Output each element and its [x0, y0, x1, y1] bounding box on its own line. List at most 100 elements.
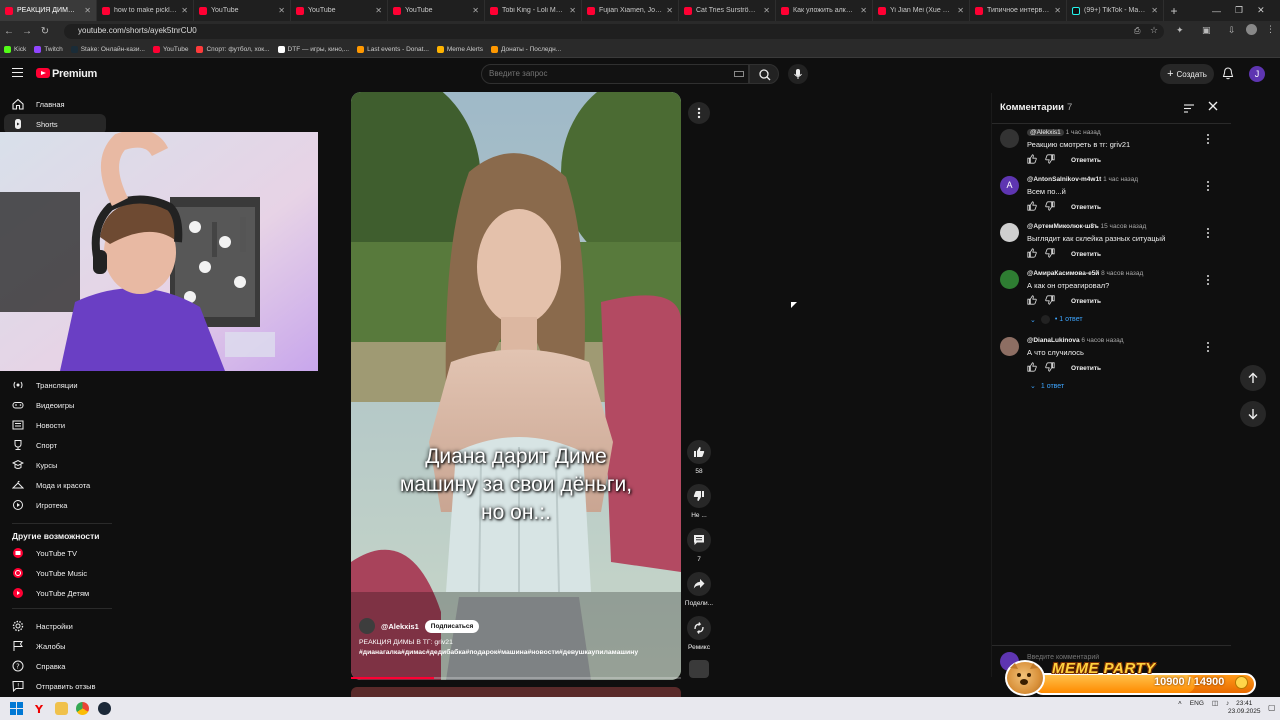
notification-icon[interactable]: ▢: [1268, 703, 1276, 712]
reply-button[interactable]: Ответить: [1071, 298, 1101, 305]
bookmark-item[interactable]: Спорт: футбол, хок...: [196, 46, 270, 53]
sidebar-item[interactable]: YouTube Детям: [0, 583, 106, 603]
comment-dislike-icon[interactable]: [1045, 295, 1055, 307]
comment-like-icon[interactable]: [1027, 362, 1037, 374]
reply-button[interactable]: Ответить: [1071, 251, 1101, 258]
reply-button[interactable]: Ответить: [1071, 157, 1101, 164]
comment-time[interactable]: 15 часов назад: [1101, 223, 1147, 230]
browser-tab[interactable]: Как уложить алкаша ✕: [776, 0, 873, 21]
forward-icon[interactable]: →: [18, 26, 36, 37]
browser-tab[interactable]: Yi Jian Mei (Xue Hua P ✕: [873, 0, 970, 21]
menu-icon[interactable]: [12, 68, 23, 77]
keyboard-icon[interactable]: [734, 71, 744, 77]
profile-icon[interactable]: [1246, 24, 1257, 35]
comment-more-icon[interactable]: [1206, 180, 1210, 192]
search-button[interactable]: [749, 64, 779, 84]
bookmark-item[interactable]: Донаты - Последн...: [491, 46, 561, 53]
sidebar-item[interactable]: Трансляции: [0, 375, 106, 395]
voice-search-button[interactable]: [788, 64, 808, 84]
minimize-icon[interactable]: —: [1212, 6, 1221, 16]
close-window-icon[interactable]: ✕: [1257, 5, 1265, 16]
comment-dislike-icon[interactable]: [1045, 362, 1055, 374]
short-video-player[interactable]: [351, 92, 681, 680]
close-tab-icon[interactable]: ✕: [1151, 6, 1158, 15]
browser-tab[interactable]: Cat Tries Surströmming✕: [679, 0, 776, 21]
short-more-button[interactable]: [688, 102, 710, 124]
tray-chevron-icon[interactable]: ˄: [1178, 700, 1182, 707]
description-hashtags[interactable]: #дианагалка#димас#дедибабка#подарок#маши…: [359, 648, 638, 658]
input-language[interactable]: ENG: [1190, 700, 1204, 707]
sidebar-toggle-icon[interactable]: ▣: [1202, 25, 1211, 36]
sort-icon[interactable]: [1184, 102, 1194, 113]
extensions-icon[interactable]: ✦: [1176, 25, 1184, 36]
browser-tab[interactable]: YouTube ✕: [388, 0, 485, 21]
address-bar[interactable]: [64, 24, 1164, 39]
comment-like-icon[interactable]: [1027, 154, 1037, 166]
comment-author[interactable]: @АмираКасимова-е5й: [1027, 270, 1099, 277]
sidebar-item[interactable]: Курсы: [0, 455, 106, 475]
close-tab-icon[interactable]: ✕: [666, 6, 673, 15]
close-tab-icon[interactable]: ✕: [763, 6, 770, 15]
reload-icon[interactable]: ↻: [36, 26, 54, 37]
sound-thumbnail[interactable]: [689, 660, 709, 678]
browser-tab[interactable]: (99+) TikTok - Make Yo ✕: [1067, 0, 1164, 21]
sidebar-item[interactable]: ? Справка: [0, 656, 106, 676]
new-tab-button[interactable]: +: [1164, 4, 1184, 18]
sidebar-item[interactable]: Спорт: [0, 435, 106, 455]
channel-name[interactable]: @Alekxis1: [381, 622, 419, 631]
close-tab-icon[interactable]: ✕: [569, 6, 576, 15]
bookmark-item[interactable]: Stake: Онлайн-кази...: [70, 46, 145, 53]
maximize-icon[interactable]: ❐: [1235, 5, 1243, 16]
previous-short-button[interactable]: [1240, 365, 1266, 391]
commenter-avatar[interactable]: [1000, 337, 1019, 356]
bookmark-item[interactable]: YouTube: [152, 46, 188, 53]
bookmark-item[interactable]: DTF — игры, кино,...: [277, 46, 349, 53]
next-short-preview[interactable]: [351, 687, 681, 697]
browser-tab[interactable]: how to make pickle pie ✕: [97, 0, 194, 21]
commenter-avatar[interactable]: [1000, 270, 1019, 289]
comment-time[interactable]: 1 час назад: [1103, 176, 1138, 183]
sidebar-item[interactable]: YouTube Music: [0, 563, 106, 583]
comment-author[interactable]: @АртемМиколюк-ш8ъ: [1027, 223, 1099, 230]
next-short-button[interactable]: [1240, 401, 1266, 427]
youtube-logo-icon[interactable]: [36, 68, 50, 78]
comment-more-icon[interactable]: [1206, 227, 1210, 239]
sidebar-item[interactable]: Игротека: [0, 495, 106, 515]
sidebar-item[interactable]: Настройки: [0, 616, 106, 636]
like-button[interactable]: [687, 440, 711, 464]
windows-start-icon[interactable]: [10, 702, 23, 715]
sidebar-item[interactable]: Жалобы: [0, 636, 106, 656]
bookmark-item[interactable]: Last events - Donat...: [357, 46, 429, 53]
commenter-avatar[interactable]: A: [1000, 176, 1019, 195]
comment-like-icon[interactable]: [1027, 248, 1037, 260]
subscribe-button[interactable]: Подписаться: [424, 619, 480, 633]
close-tab-icon[interactable]: ✕: [375, 6, 382, 15]
comment-time[interactable]: 8 часов назад: [1101, 270, 1143, 277]
network-icon[interactable]: ◫: [1212, 699, 1218, 707]
browser-tab[interactable]: Tobi King - Loli Mou (с ✕: [485, 0, 582, 21]
sidebar-item[interactable]: Мода и красота: [0, 475, 106, 495]
comment-author[interactable]: @DianaLukinova: [1027, 337, 1080, 344]
youtube-brand[interactable]: Premium: [52, 68, 97, 80]
video-description[interactable]: РЕАКЦИЯ ДИМЫ В ТГ: griv21 #дианагалка#ди…: [359, 638, 638, 658]
close-tab-icon[interactable]: ✕: [181, 6, 188, 15]
remix-button[interactable]: [687, 616, 711, 640]
close-tab-icon[interactable]: ✕: [278, 6, 285, 15]
sidebar-item[interactable]: Shorts: [4, 114, 106, 134]
share-action[interactable]: Подели...: [685, 572, 713, 607]
comments-button[interactable]: [687, 528, 711, 552]
browser-menu-icon[interactable]: ⋮: [1266, 24, 1275, 35]
steam-icon[interactable]: [98, 702, 111, 715]
comment-dislike-icon[interactable]: [1045, 154, 1055, 166]
comment-time[interactable]: 1 час назад: [1066, 129, 1101, 136]
comment-more-icon[interactable]: [1206, 274, 1210, 286]
bookmark-item[interactable]: Twitch: [34, 46, 63, 53]
browser-tab[interactable]: РЕАКЦИЯ ДИМЫ В ТГ:✕: [0, 0, 97, 21]
comments-action[interactable]: 7: [687, 528, 711, 563]
install-icon[interactable]: ⎙: [1134, 26, 1140, 36]
view-replies-button[interactable]: ⌄ 1 ответ: [1030, 382, 1064, 391]
comment-more-icon[interactable]: [1206, 341, 1210, 353]
browser-tab[interactable]: YouTube ✕: [291, 0, 388, 21]
search-input[interactable]: [489, 69, 719, 78]
close-tab-icon[interactable]: ✕: [472, 6, 479, 15]
